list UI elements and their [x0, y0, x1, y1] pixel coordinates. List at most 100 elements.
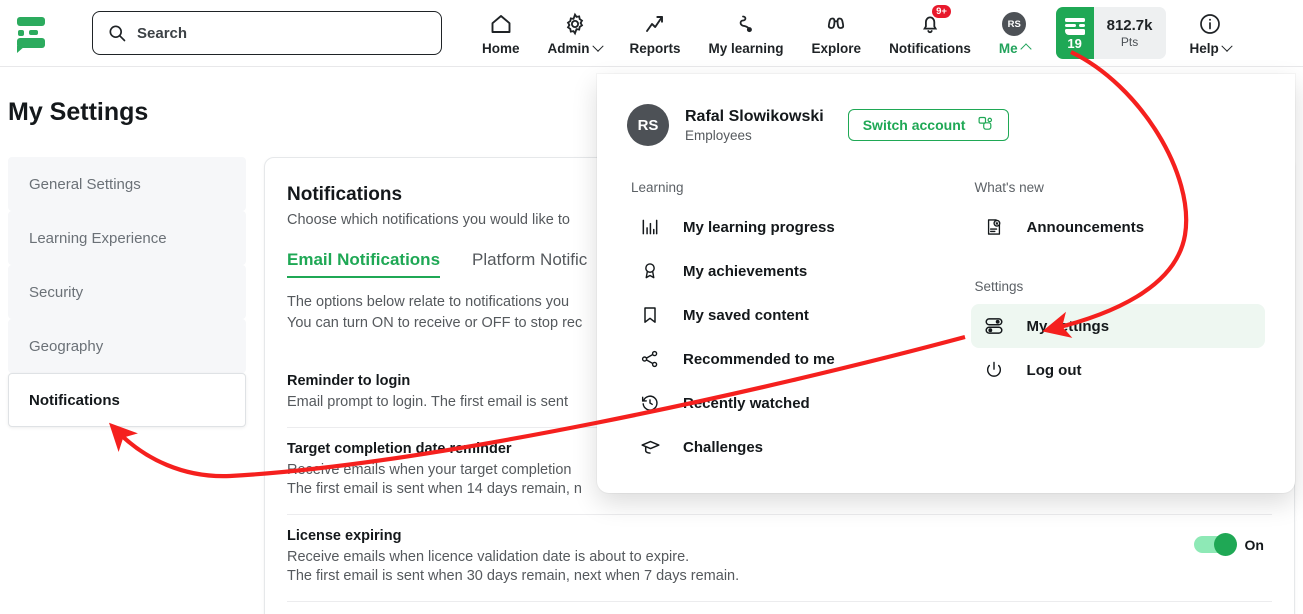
sidebar-item-general-settings[interactable]: General Settings	[8, 157, 246, 211]
nav-item-me-label: Me	[998, 41, 1032, 56]
menu-item-my-settings[interactable]: My settings	[970, 304, 1265, 348]
nav-item-admin[interactable]: Admin	[534, 0, 616, 67]
power-icon	[983, 359, 1005, 381]
nav-item-help-label: Help	[1189, 40, 1233, 56]
menu-item-my-learning-progress[interactable]: My learning progress	[627, 205, 971, 249]
home-icon	[489, 10, 513, 36]
option-row-license-expiring: License expiring Receive emails when lic…	[287, 515, 1272, 602]
nav-item-reports[interactable]: Reports	[616, 0, 695, 67]
menu-item-challenges[interactable]: Challenges	[627, 425, 971, 469]
dropdown-user-names: Rafal Slowikowski Employees	[685, 108, 824, 143]
nav-item-notifications[interactable]: 9+ Notifications	[875, 0, 985, 67]
brand-logo[interactable]	[4, 15, 58, 53]
page-title: My Settings	[8, 98, 149, 126]
menu-item-announcements[interactable]: Announcements	[971, 205, 1265, 249]
chevron-up-icon	[1019, 42, 1032, 55]
tab-email-notifications[interactable]: Email Notifications	[287, 250, 441, 278]
dropdown-columns: Learning My learning progress My achieve…	[627, 180, 1265, 469]
option-toggle[interactable]: On	[1193, 528, 1264, 556]
points-level: 19	[1055, 7, 1094, 59]
toggle-switch[interactable]	[1193, 533, 1237, 556]
option-title: Target completion date reminder	[287, 441, 512, 457]
nav-help-text: Help	[1189, 41, 1219, 56]
dropdown-user-row: RS Rafal Slowikowski Employees Switch ac…	[627, 104, 1265, 146]
sliders-toggle-icon	[983, 315, 1005, 337]
tab-platform-notifications[interactable]: Platform Notific	[472, 250, 587, 278]
top-header: Home Admin	[0, 0, 1303, 67]
menu-item-label: My learning progress	[683, 218, 835, 236]
announcement-doc-icon	[983, 216, 1005, 238]
search-icon	[107, 23, 127, 43]
menu-item-recently-watched[interactable]: Recently watched	[627, 381, 971, 425]
sidebar-item-geography[interactable]: Geography	[8, 319, 246, 373]
sidebar-item-security[interactable]: Security	[8, 265, 246, 319]
menu-item-label: Announcements	[1026, 218, 1145, 236]
nav-item-notifications-label: Notifications	[889, 41, 971, 56]
dropdown-settings-heading: Settings	[974, 279, 1024, 294]
user-full-name: Rafal Slowikowski	[685, 107, 824, 125]
option-desc-line1: Receive emails when licence validation d…	[287, 549, 690, 565]
option-desc-line2: The first email is sent when 14 days rem…	[287, 481, 582, 497]
nav-item-help[interactable]: Help	[1176, 0, 1245, 67]
nav-item-explore[interactable]: Explore	[798, 0, 876, 67]
points-unit: Pts	[1120, 35, 1139, 49]
toggle-knob	[1213, 533, 1237, 556]
nav-item-me[interactable]: RS Me	[985, 0, 1044, 67]
notifications-badge: 9+	[932, 5, 951, 18]
sidebar-item-notifications[interactable]: Notifications	[8, 373, 246, 427]
nav-item-home[interactable]: Home	[468, 0, 534, 67]
menu-item-recommended-to-me[interactable]: Recommended to me	[627, 337, 971, 381]
sidebar-item-label: Learning Experience	[29, 229, 167, 247]
avatar-icon: RS	[1002, 10, 1027, 36]
option-text: Reminder to login Email prompt to login.…	[287, 373, 568, 412]
nav-admin-text: Admin	[547, 41, 590, 56]
menu-item-my-achievements[interactable]: My achievements	[627, 249, 971, 293]
dropdown-learning-column: Learning My learning progress My achieve…	[627, 180, 971, 469]
points-value: 812.7k	[1106, 17, 1153, 34]
sidebar-item-label: Security	[29, 283, 84, 301]
graduation-cap-icon	[639, 436, 661, 458]
option-title: License expiring	[287, 528, 402, 544]
bar-chart-icon	[639, 216, 661, 238]
option-desc-line1: Email prompt to login. The first email i…	[287, 394, 568, 410]
menu-item-label: My saved content	[683, 306, 809, 324]
chevron-down-icon	[591, 40, 604, 52]
avatar: RS	[1002, 12, 1027, 36]
nav-item-my-learning[interactable]: My learning	[695, 0, 798, 67]
bookmark-icon	[639, 304, 661, 326]
points-card-icon	[1064, 18, 1085, 35]
sidebar-item-learning-experience[interactable]: Learning Experience	[8, 211, 246, 265]
info-circle-icon	[1198, 10, 1222, 36]
bell-icon: 9+	[918, 5, 951, 36]
search-box[interactable]	[92, 11, 442, 55]
menu-item-label: My achievements	[683, 262, 808, 280]
points-badge[interactable]: 19 812.7k Pts	[1055, 7, 1166, 59]
search-input[interactable]	[137, 24, 427, 42]
chevron-down-icon	[1221, 40, 1233, 52]
nav-item-my-learning-label: My learning	[708, 41, 784, 56]
history-clock-icon	[639, 392, 661, 414]
nav-me-text: Me	[998, 41, 1018, 56]
menu-item-my-saved-content[interactable]: My saved content	[627, 293, 971, 337]
nav-item-admin-label: Admin	[547, 40, 604, 56]
gear-icon	[563, 10, 587, 36]
award-medal-icon	[639, 260, 661, 282]
menu-item-log-out[interactable]: Log out	[971, 348, 1265, 392]
option-text: License expiring Receive emails when lic…	[287, 528, 739, 586]
sidebar-item-label: Notifications	[29, 391, 120, 409]
settings-sidebar: General Settings Learning Experience Sec…	[8, 157, 246, 427]
dropdown-settings-column: What's new Announcements Settings My set…	[970, 180, 1265, 469]
binoculars-icon	[823, 10, 849, 36]
switch-account-button[interactable]: Switch account	[847, 109, 1010, 141]
option-title: Reminder to login	[287, 373, 411, 389]
points-level-value: 19	[1067, 36, 1082, 51]
column-spacer	[971, 249, 1265, 279]
menu-item-label: Challenges	[683, 438, 764, 456]
option-desc-line1: Receive emails when your target completi…	[287, 462, 572, 478]
me-dropdown-menu: RS Rafal Slowikowski Employees Switch ac…	[597, 74, 1295, 493]
nav-item-reports-label: Reports	[629, 41, 681, 56]
points-total: 812.7k Pts	[1093, 7, 1166, 59]
switch-account-icon	[977, 115, 994, 135]
main-navigation: Home Admin Reports My learning Explore 9…	[468, 0, 1245, 67]
dropdown-whats-new-heading: What's new	[974, 180, 1044, 195]
